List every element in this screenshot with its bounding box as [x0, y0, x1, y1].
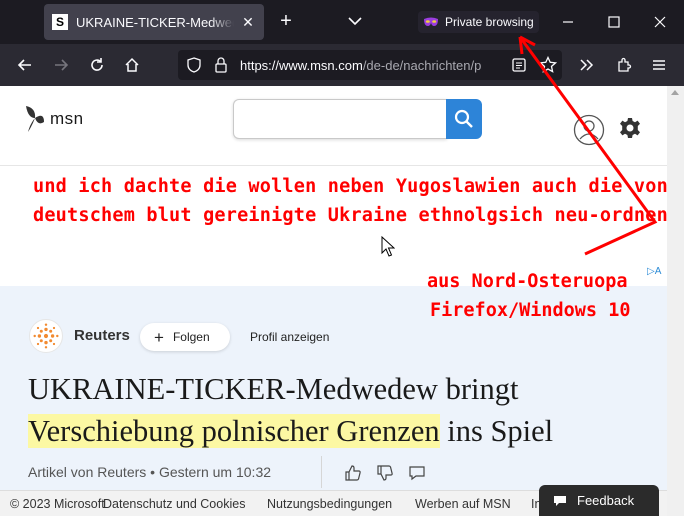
private-browsing-label: Private browsing [445, 15, 534, 29]
annotation-line-4: Firefox/Windows 10 [430, 300, 631, 321]
thumbs-down-icon[interactable] [376, 464, 394, 482]
new-tab-icon[interactable]: + [276, 10, 296, 32]
article-headline: UKRAINE-TICKER-Medwedew bringt Verschiebu… [28, 368, 648, 452]
feedback-icon [554, 495, 566, 506]
shield-icon[interactable] [186, 57, 202, 73]
maximize-icon[interactable] [602, 10, 626, 34]
source-name[interactable]: Reuters [74, 327, 130, 344]
tab-favicon: S [52, 14, 68, 30]
reuters-logo-icon[interactable] [29, 319, 63, 353]
browser-window: S UKRAINE-TICKER-Medwedew bringt Verschi… [0, 0, 684, 516]
back-icon[interactable] [15, 55, 35, 75]
comment-icon[interactable] [408, 464, 426, 482]
forward-icon[interactable] [51, 55, 71, 75]
feedback-label: Feedback [577, 493, 635, 508]
reader-view-icon[interactable] [512, 58, 526, 72]
tab-close-icon[interactable]: ✕ [240, 14, 256, 31]
page-content: msn und ich dachte die wollen neben Yugo… [0, 86, 667, 516]
menu-icon[interactable] [649, 55, 669, 75]
byline-divider [321, 456, 322, 488]
chevron-down-icon[interactable] [346, 12, 364, 30]
footer-advertise-link[interactable]: Werben auf MSN [415, 497, 511, 511]
private-mask-icon [424, 17, 438, 26]
reload-icon[interactable] [87, 55, 107, 75]
lock-icon[interactable] [214, 57, 228, 73]
home-icon[interactable] [122, 55, 142, 75]
adchoices-icon[interactable]: ▷A [647, 266, 661, 277]
tab-active[interactable]: S UKRAINE-TICKER-Medwedew bringt Verschi… [44, 4, 264, 40]
ad-marker-text: A [654, 266, 662, 277]
header-divider [0, 165, 667, 166]
private-browsing-indicator: Private browsing [418, 11, 539, 33]
search-icon [454, 109, 473, 128]
headline-part-2: ins Spiel [439, 414, 554, 448]
scrollbar[interactable] [667, 86, 684, 516]
search-input[interactable] [233, 99, 447, 139]
gear-icon[interactable] [618, 116, 642, 140]
follow-button[interactable]: + Folgen [140, 323, 230, 351]
bookmark-star-icon[interactable] [539, 56, 557, 74]
footer-copyright: © 2023 Microsoft [10, 497, 105, 511]
overflow-icon[interactable] [577, 55, 597, 75]
headline-highlight: Verschiebung polnischer Grenzen [28, 414, 440, 448]
navigation-toolbar: https://www.msn.com/de-de/nachrichten/p [0, 44, 684, 86]
footer-terms-link[interactable]: Nutzungsbedingungen [267, 497, 392, 511]
url-bar[interactable]: https://www.msn.com/de-de/nachrichten/p [178, 50, 562, 80]
footer-privacy-link[interactable]: Datenschutz und Cookies [103, 497, 245, 511]
url-text[interactable]: https://www.msn.com/de-de/nachrichten/p [240, 58, 504, 73]
close-window-icon[interactable] [648, 10, 672, 34]
thumbs-up-icon[interactable] [344, 464, 362, 482]
annotation-line-3: aus Nord-Osteruopa [427, 271, 628, 292]
mouse-cursor-icon [381, 236, 395, 257]
msn-logo[interactable]: msn [24, 104, 84, 134]
headline-part-1: UKRAINE-TICKER-Medwedew bringt [28, 372, 519, 406]
minimize-icon[interactable] [556, 10, 580, 34]
view-profile-link[interactable]: Profil anzeigen [250, 330, 329, 344]
msn-butterfly-icon [26, 106, 44, 132]
msn-logo-text: msn [50, 109, 84, 128]
tab-bar: S UKRAINE-TICKER-Medwedew bringt Verschi… [0, 0, 684, 44]
scroll-up-icon[interactable] [671, 90, 679, 95]
follow-label: Folgen [172, 330, 210, 344]
tab-title: UKRAINE-TICKER-Medwedew bringt Verschieb… [76, 14, 234, 30]
extensions-icon[interactable] [614, 55, 634, 75]
plus-icon: + [154, 327, 164, 347]
feedback-button[interactable]: Feedback [539, 485, 659, 516]
url-domain: https://www.msn.com [240, 58, 363, 73]
url-path: /de-de/nachrichten/p [362, 58, 482, 73]
account-icon[interactable] [573, 114, 605, 146]
article-byline: Artikel von Reuters • Gestern um 10:32 [28, 464, 272, 480]
annotation-line-2: deutschem blut gereinigte Ukraine ethnol… [33, 205, 667, 226]
annotation-line-1: und ich dachte die wollen neben Yugoslaw… [33, 176, 667, 197]
search-button[interactable] [446, 99, 482, 139]
